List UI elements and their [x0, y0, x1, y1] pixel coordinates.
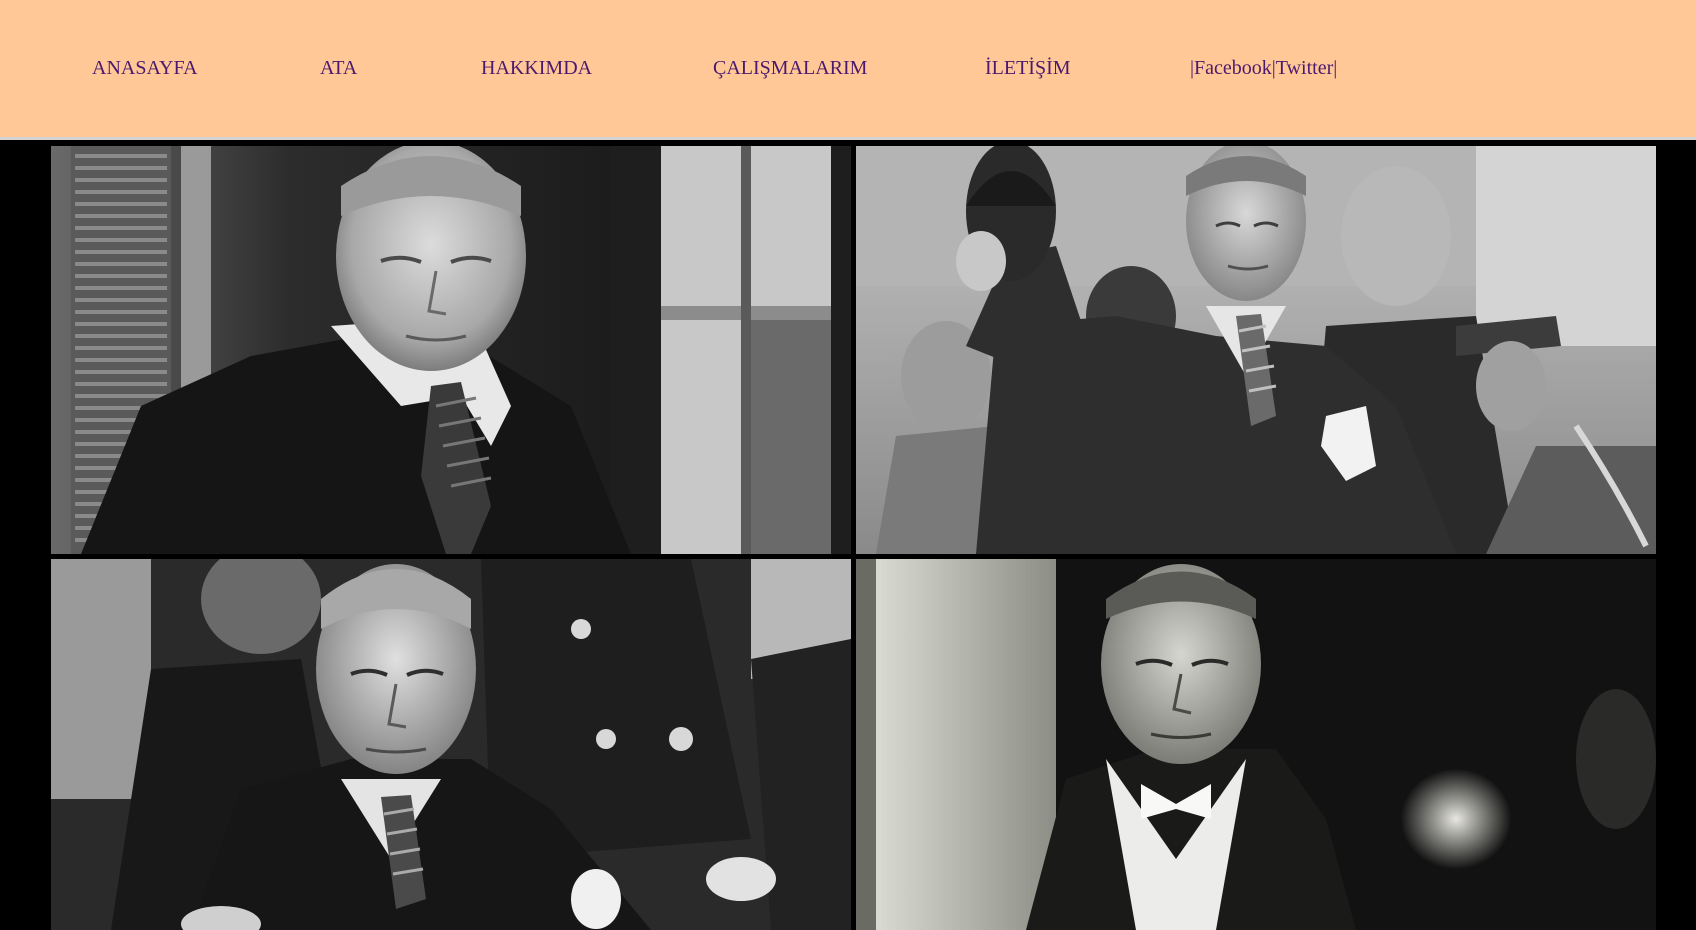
portrait-close-up-image [856, 559, 1656, 930]
facebook-link[interactable]: Facebook [1194, 57, 1272, 79]
nav-link-hakkimda[interactable]: HAKKIMDA [481, 56, 592, 80]
portrait-looking-down-image [51, 146, 851, 554]
gallery-photo-portrait-seated-crowd [51, 559, 851, 930]
portrait-raising-hat-image [856, 146, 1656, 554]
nav-link-iletisim[interactable]: İLETİŞİM [985, 56, 1071, 80]
nav-link-anasayfa[interactable]: ANASAYFA [92, 56, 198, 80]
gallery-photo-portrait-looking-down [51, 146, 851, 554]
nav-link-ata[interactable]: ATA [320, 56, 357, 80]
portrait-seated-crowd-image [51, 559, 851, 930]
gallery-photo-portrait-close-up [856, 559, 1656, 930]
top-navigation-bar: ANASAYFA ATA HAKKIMDA ÇALIŞMALARIM İLETİ… [0, 0, 1696, 140]
social-links: |Facebook|Twitter| [1190, 56, 1337, 80]
photo-gallery [0, 140, 1696, 930]
nav-link-calismalarim[interactable]: ÇALIŞMALARIM [713, 56, 867, 80]
gallery-photo-portrait-raising-hat [856, 146, 1656, 554]
twitter-link[interactable]: Twitter [1276, 57, 1333, 79]
social-separator: | [1333, 57, 1338, 79]
